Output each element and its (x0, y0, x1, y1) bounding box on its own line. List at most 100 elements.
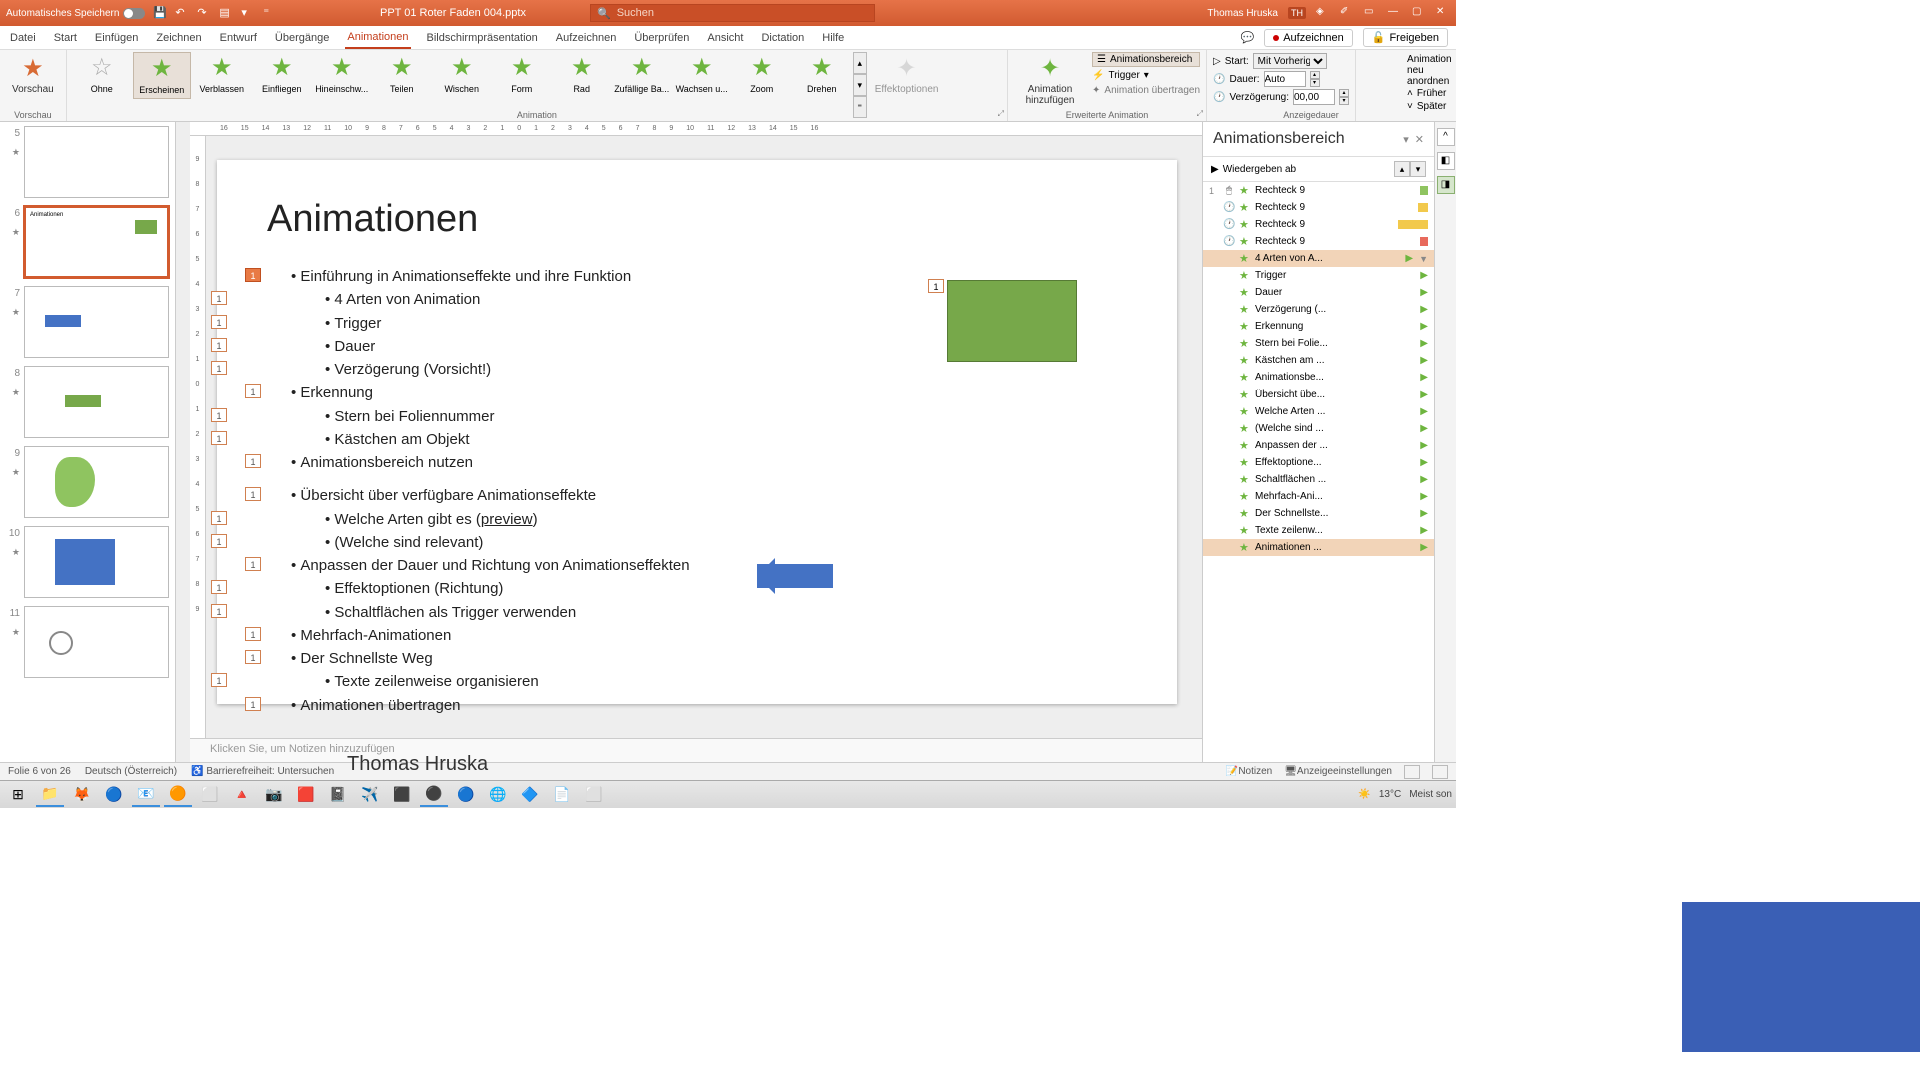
anim-flyin[interactable]: ★Einfliegen (253, 52, 311, 97)
author[interactable]: Thomas Hruska (267, 753, 1127, 776)
thumbnail-9[interactable]: 9★ (6, 446, 169, 518)
anim-wipe[interactable]: ★Wischen (433, 52, 491, 97)
thumbnail-7[interactable]: 7★ (6, 286, 169, 358)
comments-icon[interactable]: 💬 (1241, 31, 1255, 44)
delay-input[interactable] (1293, 89, 1335, 105)
slide-count[interactable]: Folie 6 von 26 (8, 766, 71, 777)
anim-entry[interactable]: ★Animationen ...▶ (1203, 539, 1434, 556)
tab-view[interactable]: Ansicht (705, 28, 745, 48)
tool-collapse[interactable]: ^ (1437, 128, 1455, 146)
thumbnail-6[interactable]: 6★Animationen (6, 206, 169, 278)
user-name[interactable]: Thomas Hruska (1207, 8, 1278, 19)
anim-shape[interactable]: ★Form (493, 52, 551, 97)
trigger-button[interactable]: ⚡Trigger▾ (1092, 69, 1200, 82)
thumbnail-panel[interactable]: 5★6★Animationen7★8★9★10★11★ (0, 122, 176, 762)
anim-entry[interactable]: 1🖱★Rechteck 9 (1203, 182, 1434, 199)
redo-icon[interactable]: ↷ (197, 6, 211, 20)
anim-entry[interactable]: ★Trigger▶ (1203, 267, 1434, 284)
animation-pane-button[interactable]: ☰Animationsbereich (1092, 52, 1200, 67)
taskbar-firefox[interactable]: 🦊 (68, 783, 96, 807)
anim-entry[interactable]: ★Effektoptione...▶ (1203, 454, 1434, 471)
toggle-switch[interactable] (123, 8, 145, 19)
start-button[interactable]: ⊞ (4, 783, 32, 807)
undo-icon[interactable]: ↶ (175, 6, 189, 20)
taskbar-powerpoint[interactable]: 🟠 (164, 783, 192, 807)
tab-design[interactable]: Entwurf (218, 28, 259, 48)
taskbar-app4[interactable]: ⬛ (388, 783, 416, 807)
present-icon[interactable]: ▤ (219, 6, 233, 20)
start-select[interactable]: Mit Vorheriger (1253, 53, 1327, 69)
taskbar-outlook[interactable]: 📧 (132, 783, 160, 807)
play-from-button[interactable]: ▶Wiedergeben ab (1211, 164, 1296, 175)
thumbnail-8[interactable]: 8★ (6, 366, 169, 438)
tool-option2[interactable]: ◨ (1437, 176, 1455, 194)
taskbar-edge[interactable]: 🔷 (516, 783, 544, 807)
anim-entry[interactable]: ★Der Schnellste...▶ (1203, 505, 1434, 522)
gallery-scroll[interactable]: ▴▾⁼ (853, 52, 867, 118)
maximize-icon[interactable]: ▢ (1412, 6, 1426, 20)
more-icon[interactable]: ▾ (241, 6, 255, 20)
anim-split[interactable]: ★Teilen (373, 52, 431, 97)
notes-button[interactable]: 📝Notizen (1226, 766, 1272, 777)
anim-entry[interactable]: ★Dauer▶ (1203, 284, 1434, 301)
tab-insert[interactable]: Einfügen (93, 28, 140, 48)
preview-button[interactable]: ★ Vorschau (6, 52, 60, 99)
anim-random[interactable]: ★Zufällige Ba... (613, 52, 671, 97)
thumbnail-scrollbar[interactable] (176, 122, 190, 762)
anim-entry[interactable]: ★Welche Arten ...▶ (1203, 403, 1434, 420)
sorter-view-button[interactable] (1432, 765, 1448, 779)
ribbon-mode-icon[interactable]: ▭ (1364, 6, 1378, 20)
tab-file[interactable]: Datei (8, 28, 38, 48)
tab-record[interactable]: Aufzeichnen (554, 28, 619, 48)
anim-entry[interactable]: ★(Welche sind ...▶ (1203, 420, 1434, 437)
search-box[interactable]: 🔍 (590, 4, 875, 22)
anim-entry[interactable]: 🕐★Rechteck 9 (1203, 199, 1434, 216)
spinner[interactable]: ▴▾ (1339, 89, 1349, 105)
animation-list[interactable]: 1🖱★Rechteck 9🕐★Rechteck 9🕐★Rechteck 9🕐★R… (1203, 182, 1434, 762)
earlier-button[interactable]: ˄Früher (1407, 87, 1451, 100)
spinner[interactable]: ▴▾ (1310, 71, 1320, 87)
editor-scrollbar-v[interactable] (1188, 136, 1202, 738)
anim-none[interactable]: ☆Ohne (73, 52, 131, 97)
anim-grow[interactable]: ★Wachsen u... (673, 52, 731, 97)
taskbar-chrome[interactable]: 🔵 (100, 783, 128, 807)
taskbar-app5[interactable]: 🔵 (452, 783, 480, 807)
display-settings-button[interactable]: 🖥Anzeigeeinstellungen (1284, 766, 1392, 777)
chevron-down-icon[interactable]: ▾ (1403, 134, 1409, 146)
language[interactable]: Deutsch (Österreich) (85, 766, 177, 777)
tab-transitions[interactable]: Übergänge (273, 28, 331, 48)
anim-entry[interactable]: ★Mehrfach-Ani...▶ (1203, 488, 1434, 505)
anim-fade[interactable]: ★Verblassen (193, 52, 251, 97)
anim-entry[interactable]: ★Kästchen am ...▶ (1203, 352, 1434, 369)
taskbar-obs[interactable]: ⚫ (420, 783, 448, 807)
minimize-icon[interactable]: — (1388, 6, 1402, 20)
taskbar-app8[interactable]: ⬜ (580, 783, 608, 807)
preview-link[interactable]: preview (481, 511, 533, 528)
tool-option1[interactable]: ◧ (1437, 152, 1455, 170)
slide-title[interactable]: Animationen (267, 198, 1127, 241)
anim-wheel[interactable]: ★Rad (553, 52, 611, 97)
weather-icon[interactable]: ☀️ (1358, 789, 1370, 800)
taskbar-vlc[interactable]: 🔺 (228, 783, 256, 807)
weather-temp[interactable]: 13°C (1379, 789, 1401, 800)
tab-home[interactable]: Start (52, 28, 79, 48)
taskbar-telegram[interactable]: ✈️ (356, 783, 384, 807)
anim-entry[interactable]: ★Anpassen der ...▶ (1203, 437, 1434, 454)
tab-review[interactable]: Überprüfen (632, 28, 691, 48)
anim-spin[interactable]: ★Drehen (793, 52, 851, 97)
taskbar-app1[interactable]: ⬜ (196, 783, 224, 807)
tab-help[interactable]: Hilfe (820, 28, 846, 48)
move-up-button[interactable]: ▴ (1394, 161, 1410, 177)
anim-entry[interactable]: 🕐★Rechteck 9 (1203, 216, 1434, 233)
move-down-button[interactable]: ▾ (1410, 161, 1426, 177)
slide-area[interactable]: Animationen 1Einführung in Animationseff… (206, 136, 1188, 738)
search-input[interactable] (617, 7, 868, 19)
anim-entry[interactable]: ★Erkennung▶ (1203, 318, 1434, 335)
user-initials[interactable]: TH (1288, 7, 1306, 19)
blue-arrow[interactable] (757, 564, 833, 588)
sync-icon[interactable]: ◈ (1316, 6, 1330, 20)
anim-appear[interactable]: ★Erscheinen (133, 52, 191, 99)
thumbnail-5[interactable]: 5★ (6, 126, 169, 198)
record-button[interactable]: Aufzeichnen (1264, 29, 1353, 47)
thumbnail-11[interactable]: 11★ (6, 606, 169, 678)
